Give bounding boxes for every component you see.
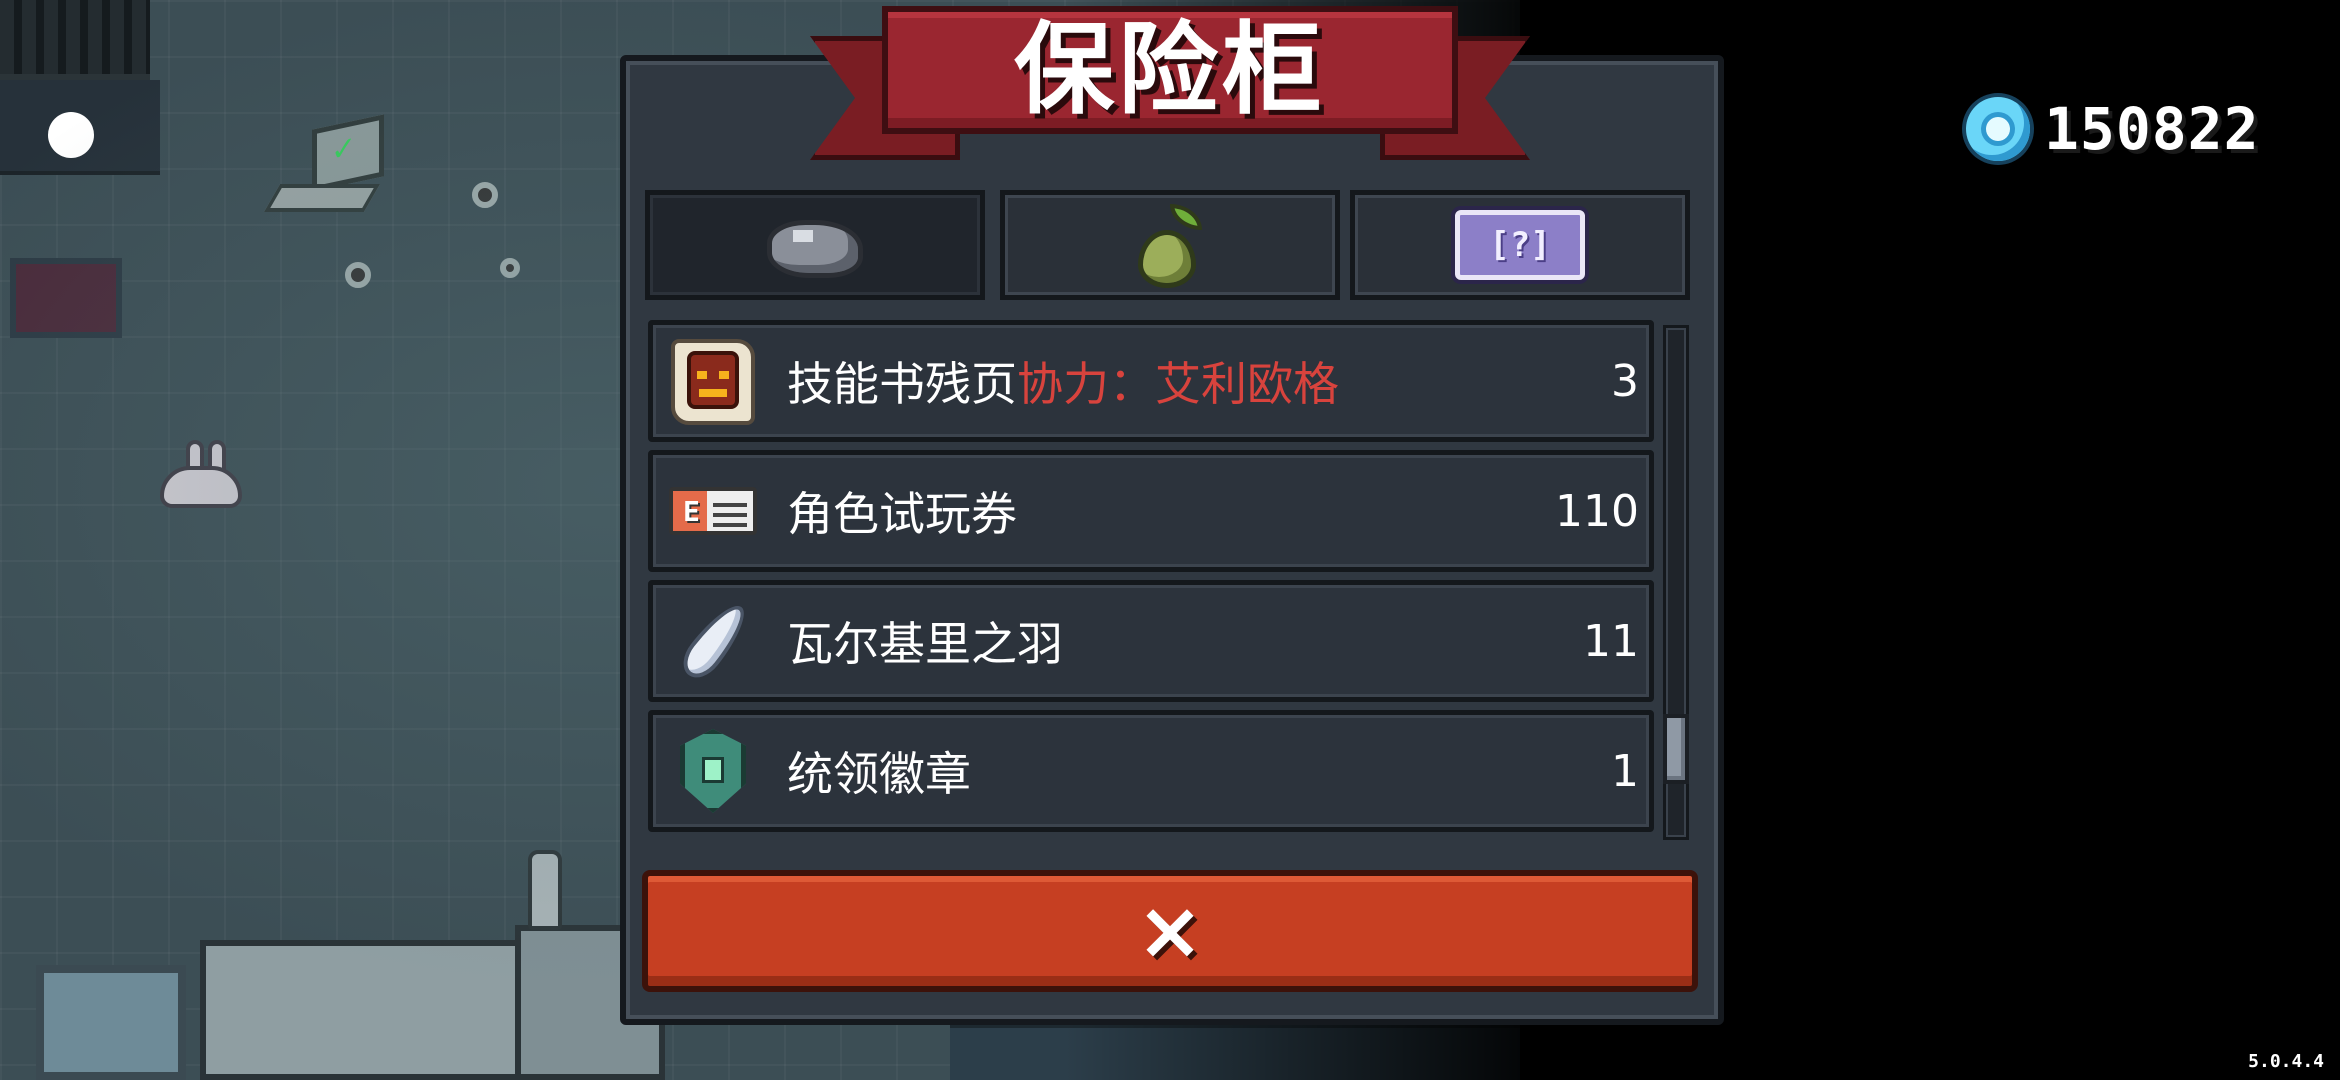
list-item[interactable]: 统领徽章 1 [648, 710, 1654, 832]
commander-badge-icon [670, 723, 756, 819]
item-name-accent: 协力：艾利欧格 [1017, 357, 1339, 411]
item-name: 瓦尔基里之羽 [787, 617, 1063, 671]
gear-part-icon [345, 262, 371, 288]
close-button[interactable]: × [642, 870, 1698, 992]
character-trial-card-icon: E [669, 487, 757, 535]
item-name: 角色试玩券 [787, 487, 1017, 541]
feather-icon [668, 596, 758, 686]
gear-part-icon [500, 258, 520, 278]
item-count: 1 [1611, 745, 1639, 797]
item-name: 统领徽章 [787, 747, 971, 801]
item-name: 技能书残页协力：艾利欧格 [787, 357, 1339, 411]
floor-machinery [950, 1024, 1520, 1080]
item-count: 110 [1555, 485, 1639, 537]
bookshelf [0, 0, 150, 80]
list-item[interactable]: 瓦尔基里之羽 11 [648, 580, 1654, 702]
list-item[interactable]: 技能书残页协力：艾利欧格 3 [648, 320, 1654, 442]
seed-icon [1130, 200, 1210, 290]
computer-keyboard [263, 184, 381, 212]
item-count: 11 [1583, 615, 1639, 667]
computer-prop [263, 114, 402, 230]
computer-screen [312, 114, 384, 192]
item-count: 3 [1611, 355, 1639, 407]
tab-tickets[interactable]: [?] [1350, 190, 1690, 300]
panel-title: 保险柜 [1014, 11, 1326, 128]
mystery-ticket-icon: [?] [1455, 210, 1585, 280]
ore-icon [763, 212, 867, 278]
item-list: 技能书残页协力：艾利欧格 3 E 角色试玩券 110 瓦尔基里之羽 11 统领徽… [648, 320, 1656, 840]
crate [10, 258, 122, 338]
gear-part-icon [472, 182, 498, 208]
scrollbar-thumb[interactable] [1663, 714, 1689, 784]
gem-count: 150822 [2044, 95, 2260, 163]
skill-book-page-icon [665, 335, 761, 427]
title-banner: 保险柜 [810, 6, 1530, 160]
fire-extinguisher [528, 850, 562, 930]
tab-seeds[interactable] [1000, 190, 1340, 300]
gem-icon [1966, 97, 2030, 161]
record-indicator-dot [48, 112, 94, 158]
tab-materials[interactable] [645, 190, 985, 300]
gem-currency-display: 150822 [1966, 96, 2260, 162]
close-icon: × [1136, 884, 1204, 977]
version-label: 5.0.4.4 [2248, 1051, 2324, 1072]
bunny-pet [160, 440, 242, 508]
workbench [200, 940, 560, 1080]
list-item[interactable]: E 角色试玩券 110 [648, 450, 1654, 572]
monitor-prop [36, 965, 186, 1080]
